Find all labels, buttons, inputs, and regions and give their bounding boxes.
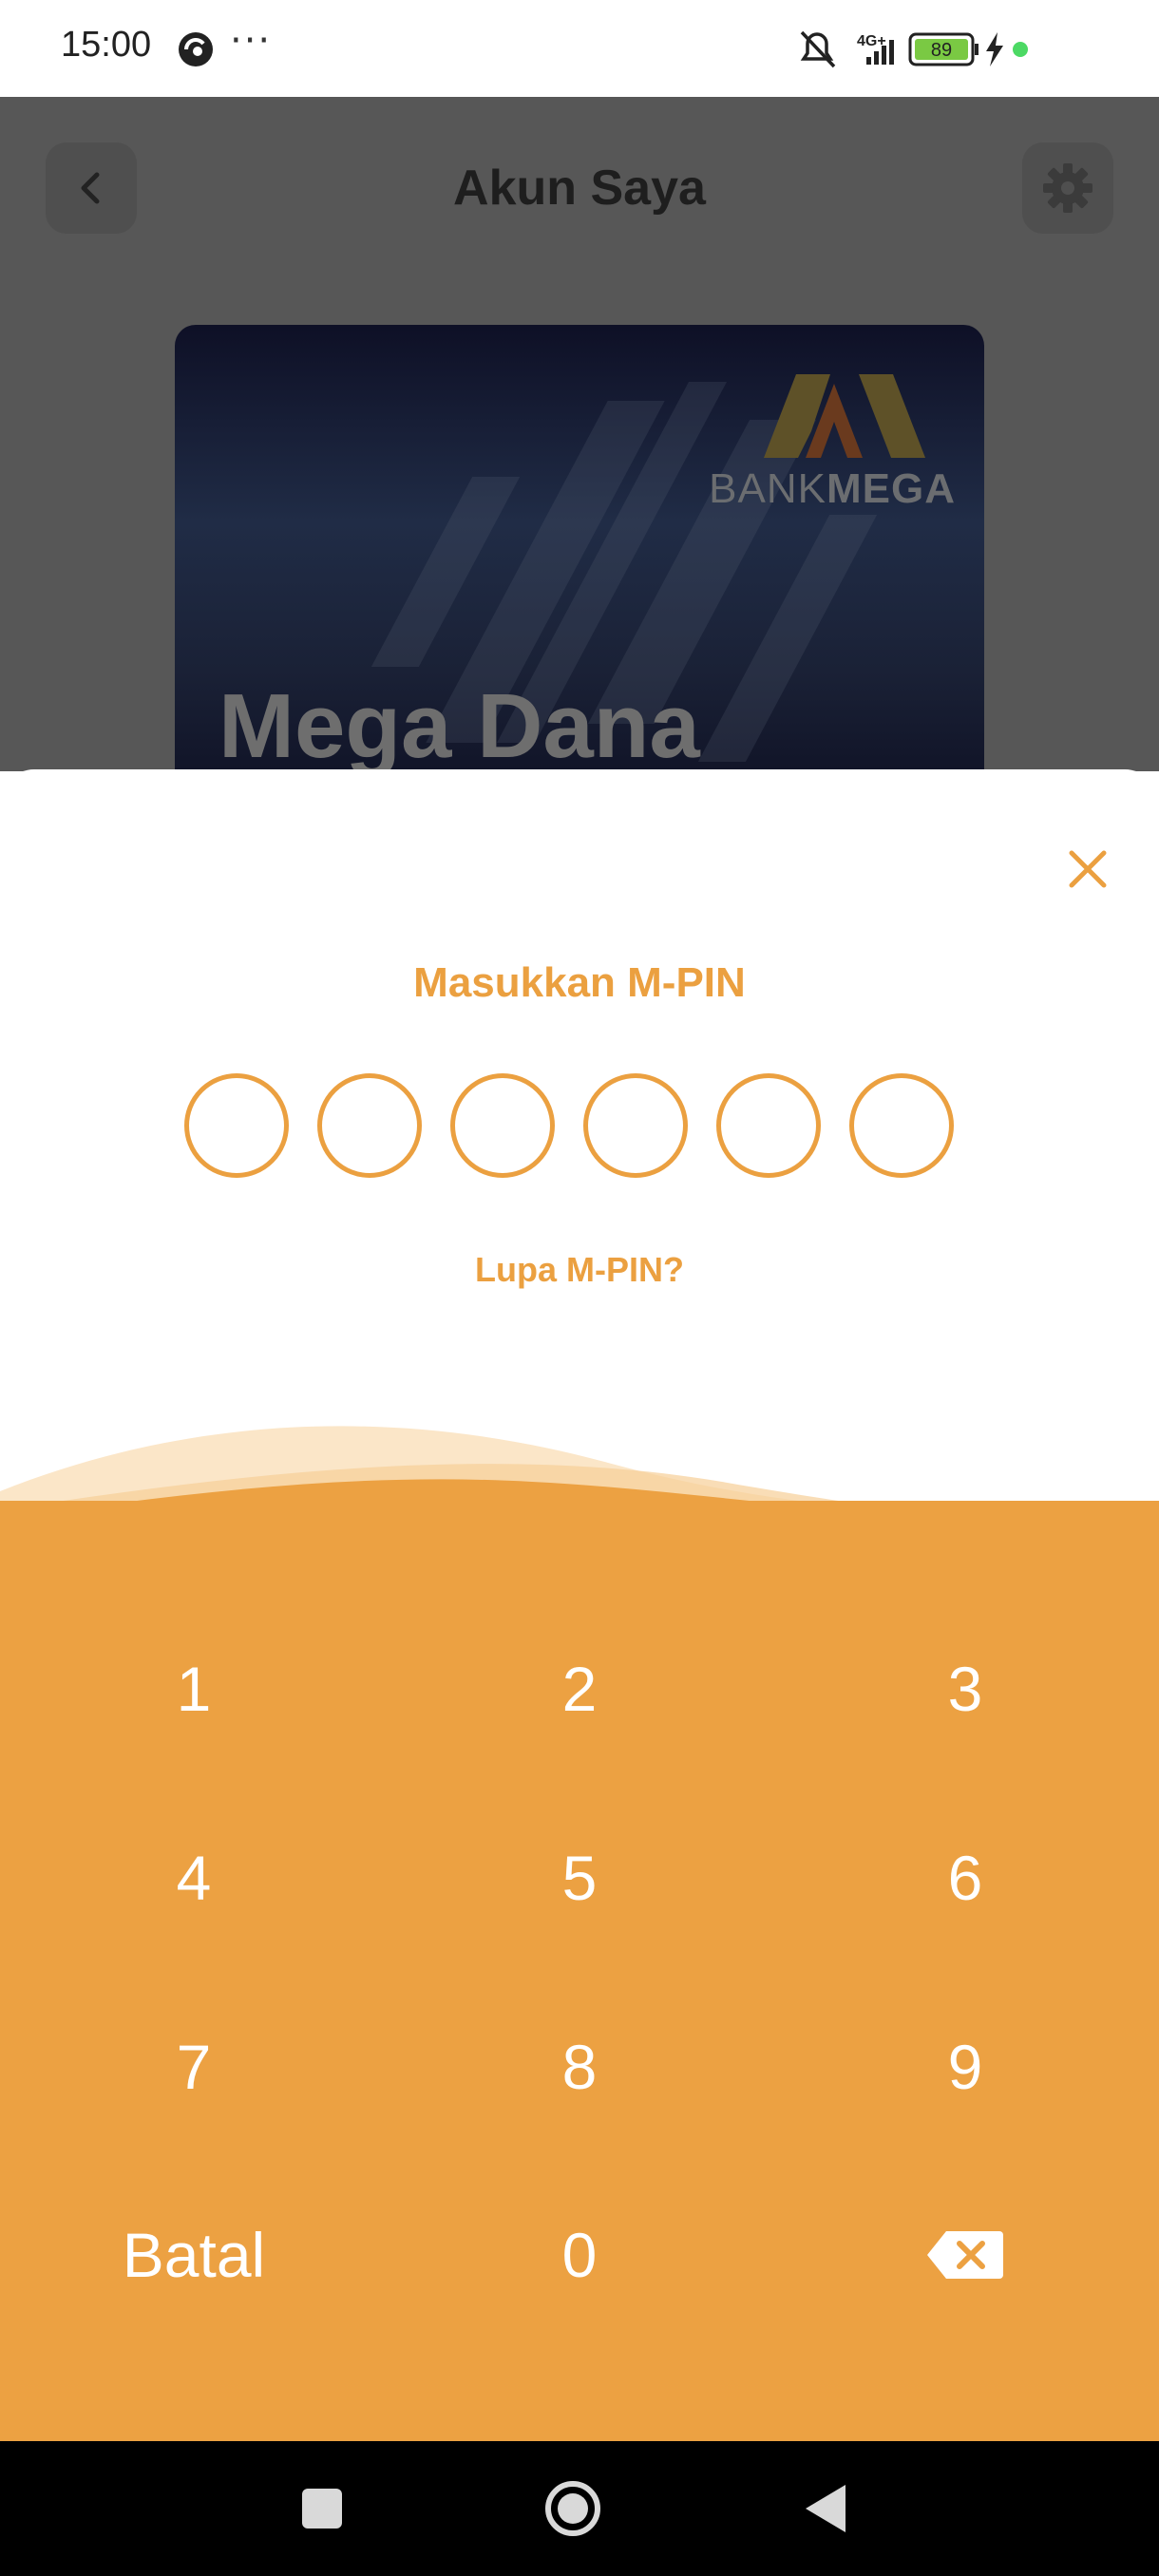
charging-icon <box>986 32 1003 66</box>
battery-level: 89 <box>931 40 952 61</box>
card-product-name: Mega Dana <box>218 675 700 771</box>
recent-apps-button[interactable] <box>300 2487 344 2530</box>
bank-mega-logo <box>764 374 925 458</box>
key-7[interactable]: 7 <box>51 2000 336 2133</box>
pin-slot <box>849 1073 954 1178</box>
key-9[interactable]: 9 <box>823 2000 1108 2133</box>
background-screen: Akun Saya BANKMEGA Mega Dana <box>0 97 1159 771</box>
status-bar: 15:00 ··· 4G+ 89 <box>0 0 1159 97</box>
forgot-mpin-link[interactable]: Lupa M-PIN? <box>0 1250 1159 1290</box>
back-nav-button[interactable] <box>804 2483 847 2534</box>
key-4[interactable]: 4 <box>51 1811 336 1944</box>
status-icons: 4G+ 89 <box>800 30 1028 68</box>
settings-button[interactable] <box>1022 142 1113 234</box>
pin-slot <box>317 1073 422 1178</box>
bank-logo-text: BANKMEGA <box>709 465 956 512</box>
key-8[interactable]: 8 <box>437 2000 722 2133</box>
more-notifications-icon: ··· <box>230 19 273 63</box>
status-time: 15:00 <box>61 25 152 65</box>
mute-icon <box>800 30 836 68</box>
key-3[interactable]: 3 <box>823 1622 1108 1755</box>
active-dot-icon <box>1013 42 1028 57</box>
key-0[interactable]: 0 <box>437 2188 722 2321</box>
cancel-button[interactable]: Batal <box>51 2188 336 2321</box>
close-icon <box>1069 850 1107 888</box>
backspace-button[interactable] <box>823 2188 1108 2321</box>
pin-indicator <box>184 1073 954 1178</box>
account-card: BANKMEGA Mega Dana <box>175 325 984 771</box>
home-button[interactable] <box>543 2479 602 2538</box>
pin-slot <box>450 1073 555 1178</box>
pin-slot <box>716 1073 821 1178</box>
app-notification-icon <box>179 32 213 66</box>
key-2[interactable]: 2 <box>437 1622 722 1755</box>
navigation-bar <box>0 2441 1159 2576</box>
pin-slot <box>583 1073 688 1178</box>
close-button[interactable] <box>1054 836 1121 902</box>
key-6[interactable]: 6 <box>823 1811 1108 1944</box>
gear-icon <box>1043 163 1092 213</box>
battery-icon: 89 <box>908 32 978 66</box>
mpin-title: Masukkan M-PIN <box>413 959 746 1006</box>
key-5[interactable]: 5 <box>437 1811 722 1944</box>
pin-slot <box>184 1073 289 1178</box>
backspace-icon <box>927 2231 1003 2279</box>
key-1[interactable]: 1 <box>51 1622 336 1755</box>
page-title: Akun Saya <box>453 161 706 216</box>
mpin-bottom-sheet: Masukkan M-PIN Lupa M-PIN? 1 2 3 4 5 6 7… <box>0 769 1159 2441</box>
